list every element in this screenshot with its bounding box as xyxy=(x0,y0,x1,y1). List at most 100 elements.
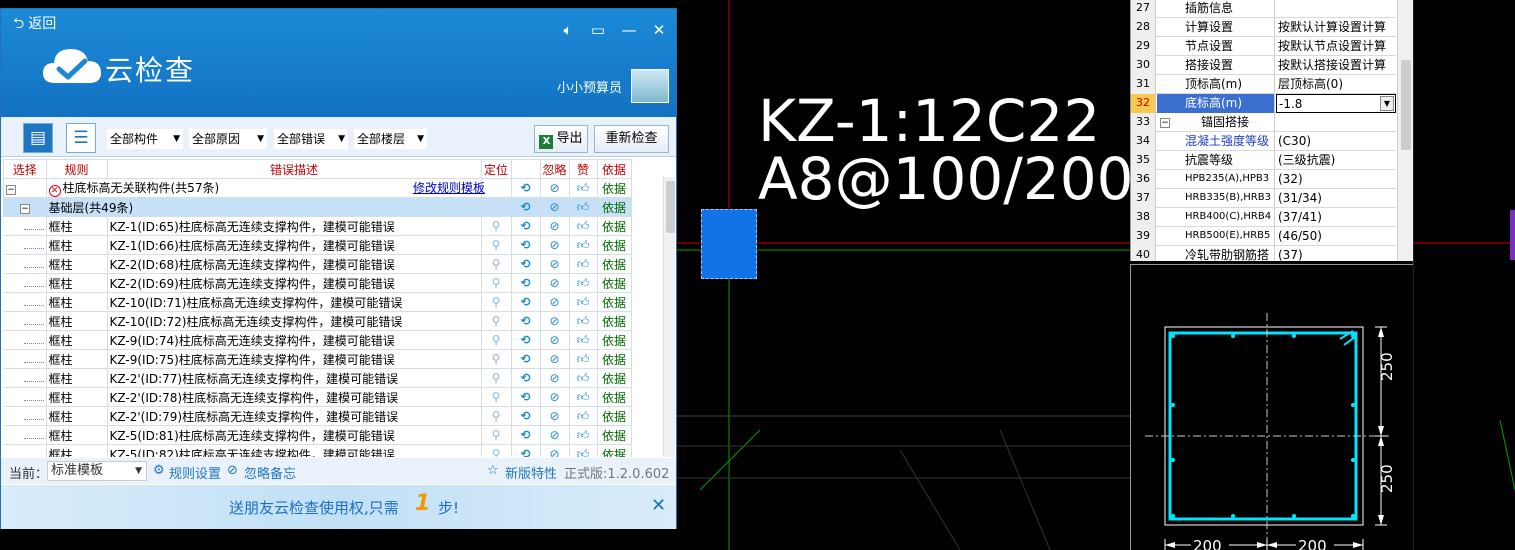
user-name[interactable]: 小小预算员 xyxy=(557,77,622,96)
component-filter[interactable]: 全部构件 ▼ xyxy=(107,129,183,149)
basis-link[interactable]: 依据 xyxy=(596,254,632,274)
table-row[interactable]: 框柱 KZ-10(ID:72)柱底标高无连续支撑构件，建模可能错误 ⚲ ⟲ ⊘ 👍︎ 依据 xyxy=(3,311,632,331)
ignore-icon[interactable]: ⊘ xyxy=(539,273,570,293)
basis-link[interactable]: 依据 xyxy=(596,387,632,407)
locate-icon[interactable]: ⚲ xyxy=(480,311,512,331)
locate-icon[interactable]: ⚲ xyxy=(480,387,512,407)
locate-icon[interactable]: ⚲ xyxy=(480,254,512,274)
locate-icon[interactable]: ⚲ xyxy=(480,292,512,312)
table-row[interactable]: 框柱 KZ-5(ID:81)柱底标高无连续支撑构件，建模可能错误 ⚲ ⟲ ⊘ 👍︎ 依据 xyxy=(3,425,632,445)
property-row[interactable]: 38 HRB400(C),HRB4 (37/41) xyxy=(1131,208,1396,227)
refresh-icon[interactable]: ⟲ xyxy=(510,254,541,274)
refresh-icon[interactable]: ⟲ xyxy=(510,273,541,293)
rule-settings-link[interactable]: 规则设置 xyxy=(169,463,221,482)
ignore-icon[interactable]: ⊘ xyxy=(539,254,570,274)
group-toggle[interactable]: − xyxy=(3,178,47,198)
property-row[interactable]: 36 HPB235(A),HPB3 (32) xyxy=(1131,170,1396,189)
selected-column[interactable] xyxy=(701,209,757,279)
tree-view-icon[interactable]: ☰ xyxy=(66,123,96,153)
list-view-icon[interactable]: ▤ xyxy=(23,123,53,153)
table-row[interactable]: 框柱 KZ-10(ID:71)柱底标高无连续支撑构件，建模可能错误 ⚲ ⟲ ⊘ 👍︎ 依据 xyxy=(3,292,632,312)
table-row[interactable]: 框柱 KZ-1(ID:65)柱底标高无连续支撑构件，建模可能错误 ⚲ ⟲ ⊘ 👍︎ 依据 xyxy=(3,216,632,236)
like-icon[interactable]: 👍︎ xyxy=(568,235,598,255)
refresh-icon[interactable]: ⟲ xyxy=(510,197,541,217)
basis-link[interactable]: 依据 xyxy=(596,330,632,350)
ignore-icon[interactable]: ⊘ xyxy=(539,330,570,350)
locate-icon[interactable]: ⚲ xyxy=(480,425,512,445)
ignore-icon[interactable]: ⊘ xyxy=(539,216,570,236)
locate-icon[interactable]: ⚲ xyxy=(480,273,512,293)
gear-icon[interactable]: ⚙ xyxy=(153,463,165,478)
locate-icon[interactable]: ⚲ xyxy=(480,406,512,426)
refresh-icon[interactable]: ⟲ xyxy=(510,330,541,350)
refresh-icon[interactable]: ⟲ xyxy=(510,406,541,426)
collapse-icon[interactable]: − xyxy=(20,204,30,214)
property-row[interactable]: 37 HRB335(B),HRB3 (31/34) xyxy=(1131,189,1396,208)
like-icon[interactable]: 👍︎ xyxy=(568,273,598,293)
ignore-memo-link[interactable]: 忽略备忘 xyxy=(244,463,296,482)
ignore-icon[interactable]: ⊘ xyxy=(539,444,570,457)
table-row[interactable]: 框柱 KZ-2'(ID:78)柱底标高无连续支撑构件，建模可能错误 ⚲ ⟲ ⊘ 👍︎ 依据 xyxy=(3,387,632,407)
back-button[interactable]: ⮌ 返回 xyxy=(7,13,65,35)
floor-filter[interactable]: 全部楼层 ▼ xyxy=(354,129,427,149)
property-scrollbar[interactable] xyxy=(1397,0,1413,261)
ignore-icon[interactable]: ⊘ xyxy=(539,311,570,331)
edit-rule-template-link[interactable]: 修改规则模板 xyxy=(413,179,485,196)
section-view[interactable]: 250 250 200 200 xyxy=(1130,264,1413,550)
property-row[interactable]: 29 节点设置 按默认节点设置计算 xyxy=(1131,37,1396,56)
property-value[interactable]: -1.8 ▼ xyxy=(1276,94,1396,113)
locate-icon[interactable]: ⚲ xyxy=(480,216,512,236)
template-select[interactable]: 标准模板 ▼ xyxy=(47,461,147,481)
basis-link[interactable]: 依据 xyxy=(596,178,632,198)
property-row[interactable]: 27 插筋信息 xyxy=(1131,0,1396,18)
property-row[interactable]: 33 锚固搭接 − xyxy=(1131,113,1396,132)
refresh-icon[interactable]: ⟲ xyxy=(510,216,541,236)
property-row[interactable]: 30 搭接设置 按默认搭接设置计算 xyxy=(1131,56,1396,75)
table-row[interactable]: 框柱 KZ-1(ID:66)柱底标高无连续支撑构件，建模可能错误 ⚲ ⟲ ⊘ 👍︎ 依据 xyxy=(3,235,632,255)
ignore-icon[interactable]: ⊘ xyxy=(539,235,570,255)
property-row[interactable]: 28 计算设置 按默认计算设置计算 xyxy=(1131,18,1396,37)
new-features-link[interactable]: 新版特性 xyxy=(505,463,557,482)
table-row[interactable]: 框柱 KZ-2(ID:68)柱底标高无连续支撑构件，建模可能错误 ⚲ ⟲ ⊘ 👍︎ 依据 xyxy=(3,254,632,274)
like-icon[interactable]: 👍︎ xyxy=(568,254,598,274)
basis-link[interactable]: 依据 xyxy=(596,444,632,457)
ignore-icon[interactable]: ⊘ xyxy=(539,292,570,312)
refresh-icon[interactable]: ⟲ xyxy=(510,444,541,457)
ignore-icon[interactable]: ⊘ xyxy=(539,197,570,217)
like-icon[interactable]: 👍︎ xyxy=(568,311,598,331)
basis-link[interactable]: 依据 xyxy=(596,292,632,312)
property-row[interactable]: 40 冷轧带肋钢筋搭 (37) xyxy=(1131,246,1396,261)
table-row[interactable]: 框柱 KZ-2(ID:69)柱底标高无连续支撑构件，建模可能错误 ⚲ ⟲ ⊘ 👍︎ 依据 xyxy=(3,273,632,293)
property-row[interactable]: 32 底标高(m) -1.8 ▼ xyxy=(1131,94,1396,113)
like-icon[interactable]: 👍︎ xyxy=(568,292,598,312)
refresh-icon[interactable]: ⟲ xyxy=(510,368,541,388)
basis-link[interactable]: 依据 xyxy=(596,235,632,255)
close-icon[interactable]: ✕ xyxy=(651,495,666,516)
ignore-icon[interactable]: ⊘ xyxy=(539,349,570,369)
refresh-icon[interactable]: ⟲ xyxy=(510,178,541,198)
table-row[interactable]: 框柱 KZ-9(ID:74)柱底标高无连续支撑构件，建模可能错误 ⚲ ⟲ ⊘ 👍︎ 依据 xyxy=(3,330,632,350)
refresh-icon[interactable]: ⟲ xyxy=(510,387,541,407)
ignore-icon[interactable]: ⊘ xyxy=(539,406,570,426)
chevron-down-icon[interactable]: ▼ xyxy=(1380,96,1394,111)
basis-link[interactable]: 依据 xyxy=(596,368,632,388)
locate-icon[interactable]: ⚲ xyxy=(480,444,512,457)
basis-link[interactable]: 依据 xyxy=(596,216,632,236)
table-row[interactable]: 框柱 KZ-2'(ID:79)柱底标高无连续支撑构件，建模可能错误 ⚲ ⟲ ⊘ 👍︎ 依据 xyxy=(3,406,632,426)
collapse-icon[interactable]: − xyxy=(1160,118,1170,128)
basis-link[interactable]: 依据 xyxy=(596,349,632,369)
like-icon[interactable]: 👍︎ xyxy=(568,178,598,198)
property-row[interactable]: 31 顶标高(m) 层顶标高(0) xyxy=(1131,75,1396,94)
minimize-button[interactable]: — xyxy=(618,19,640,41)
property-row[interactable]: 34 混凝土强度等级 (C30) xyxy=(1131,132,1396,151)
like-icon[interactable]: 👍︎ xyxy=(568,330,598,350)
basis-link[interactable]: 依据 xyxy=(596,425,632,445)
like-icon[interactable]: 👍︎ xyxy=(568,349,598,369)
message-icon[interactable]: ▭ xyxy=(587,19,609,41)
locate-icon[interactable]: ⚲ xyxy=(480,235,512,255)
refresh-icon[interactable]: ⟲ xyxy=(510,292,541,312)
sound-icon[interactable]: 🔈︎ xyxy=(557,19,579,41)
recheck-button[interactable]: 重新检查 xyxy=(594,125,669,153)
like-icon[interactable]: 👍︎ xyxy=(568,387,598,407)
grid-scrollbar[interactable] xyxy=(663,177,675,457)
